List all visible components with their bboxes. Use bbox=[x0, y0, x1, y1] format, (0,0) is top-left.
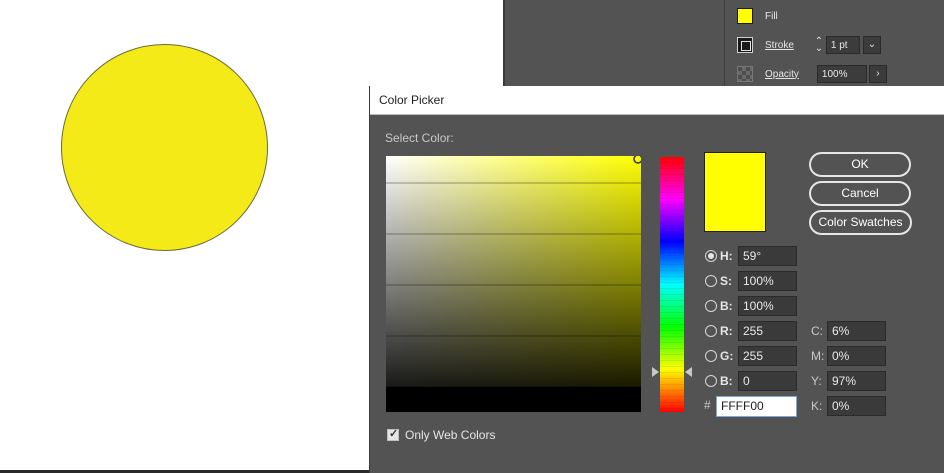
cyan-input[interactable]: 6% bbox=[827, 321, 886, 341]
cyan-label: C: bbox=[811, 324, 823, 338]
only-web-colors-label: Only Web Colors bbox=[405, 428, 496, 442]
dialog-title: Color Picker bbox=[379, 93, 445, 107]
hue-label: H: bbox=[720, 249, 733, 263]
only-web-colors-option[interactable]: Only Web Colors bbox=[387, 427, 496, 442]
stroke-label[interactable]: Stroke bbox=[765, 40, 794, 51]
appearance-panel: Fill Stroke ⌃ ⌄ 1 pt ⌄ Opacity 100% › bbox=[725, 0, 944, 86]
stroke-row: Stroke ⌃ ⌄ 1 pt ⌄ bbox=[737, 33, 881, 57]
fill-row: Fill bbox=[737, 4, 778, 28]
red-row: R: 255 bbox=[705, 321, 797, 341]
green-input[interactable]: 255 bbox=[738, 346, 797, 366]
red-input[interactable]: 255 bbox=[738, 321, 797, 341]
hue-slider-left-arrow-icon[interactable] bbox=[652, 367, 659, 377]
only-web-colors-checkbox[interactable] bbox=[387, 427, 399, 441]
black-row: K: 0% bbox=[808, 396, 886, 416]
color-preview-swatch bbox=[704, 152, 766, 232]
green-row: G: 255 bbox=[705, 346, 797, 366]
hue-row: H: 59° bbox=[705, 246, 797, 266]
opacity-label[interactable]: Opacity bbox=[765, 69, 799, 80]
opacity-expand-icon[interactable]: › bbox=[868, 65, 887, 83]
stroke-weight-dropdown-icon[interactable]: ⌄ bbox=[862, 36, 881, 54]
hue-slider[interactable] bbox=[660, 157, 684, 412]
saturation-row: S: 100% bbox=[705, 271, 797, 291]
brightness-input[interactable]: 100% bbox=[738, 296, 797, 316]
hex-symbol: # bbox=[704, 398, 711, 412]
cancel-button[interactable]: Cancel bbox=[809, 181, 911, 206]
brightness-radio[interactable] bbox=[705, 300, 717, 312]
magenta-input[interactable]: 0% bbox=[827, 346, 886, 366]
hue-slider-right-arrow-icon[interactable] bbox=[685, 367, 692, 377]
yellow-label: Y: bbox=[811, 374, 822, 388]
cyan-row: C: 6% bbox=[808, 321, 886, 341]
green-radio[interactable] bbox=[705, 350, 717, 362]
stroke-swatch[interactable] bbox=[737, 37, 753, 53]
ok-button[interactable]: OK bbox=[809, 152, 911, 177]
stroke-weight-stepper-icon[interactable]: ⌃ ⌄ bbox=[814, 37, 824, 54]
blue-row: B: 0 bbox=[705, 371, 797, 391]
saturation-radio[interactable] bbox=[705, 275, 717, 287]
hue-radio[interactable] bbox=[705, 250, 717, 262]
magenta-row: M: 0% bbox=[808, 346, 886, 366]
opacity-swatch-icon[interactable] bbox=[737, 66, 753, 82]
yellow-circle-shape[interactable] bbox=[61, 44, 268, 251]
saturation-input[interactable]: 100% bbox=[738, 271, 797, 291]
color-swatches-button[interactable]: Color Swatches bbox=[809, 210, 912, 235]
black-label: K: bbox=[811, 399, 823, 413]
fill-swatch[interactable] bbox=[737, 8, 753, 24]
panel-edge bbox=[503, 0, 505, 86]
black-input[interactable]: 0% bbox=[827, 396, 886, 416]
opacity-field[interactable]: 100% bbox=[816, 65, 867, 83]
blue-radio[interactable] bbox=[705, 375, 717, 387]
dialog-titlebar[interactable]: Color Picker bbox=[370, 86, 944, 115]
saturation-label: S: bbox=[720, 274, 732, 288]
opacity-row: Opacity 100% › bbox=[737, 62, 887, 86]
fill-label: Fill bbox=[765, 10, 778, 22]
hue-input[interactable]: 59° bbox=[738, 246, 797, 266]
blue-input[interactable]: 0 bbox=[738, 371, 797, 391]
color-field-gradient bbox=[386, 156, 641, 412]
hex-input[interactable]: FFFF00 bbox=[716, 396, 797, 417]
red-label: R: bbox=[720, 324, 733, 338]
blue-label: B: bbox=[720, 374, 733, 388]
brightness-row: B: 100% bbox=[705, 296, 797, 316]
green-label: G: bbox=[720, 349, 734, 363]
red-radio[interactable] bbox=[705, 325, 717, 337]
select-color-label: Select Color: bbox=[385, 131, 454, 145]
color-picker-dialog: Color Picker Select Color: OK Cancel Col… bbox=[369, 86, 944, 473]
stroke-weight-field[interactable]: 1 pt bbox=[825, 36, 860, 54]
yellow-row: Y: 97% bbox=[808, 371, 886, 391]
brightness-label: B: bbox=[720, 299, 733, 313]
yellow-input[interactable]: 97% bbox=[827, 371, 886, 391]
magenta-label: M: bbox=[811, 349, 825, 363]
color-field[interactable] bbox=[386, 156, 641, 412]
